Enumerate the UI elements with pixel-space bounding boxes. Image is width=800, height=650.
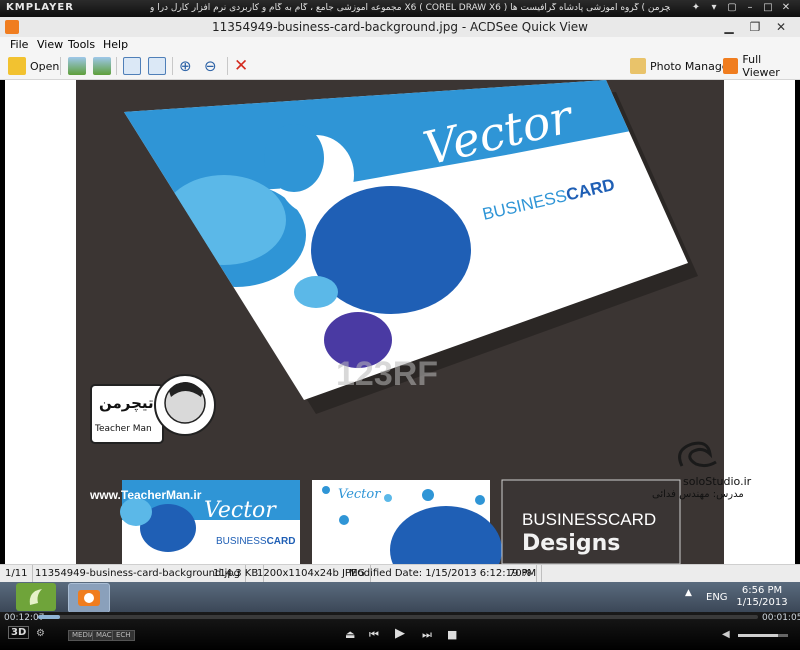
thumb-business-word: BUSINESS (216, 536, 267, 547)
language-indicator[interactable]: ENG (706, 592, 728, 603)
kmplayer-logo[interactable]: KMPLAYER (6, 2, 74, 13)
delete-button[interactable]: ✕ (234, 56, 248, 76)
taskbar-clock[interactable]: 6:56 PM 1/15/2013 (734, 585, 790, 609)
kmplayer-titlebar: KMPLAYER مجموعه آموزشی جامع ، گام به گام… (0, 0, 800, 17)
teacherman-logo: تیچرمن Teacher Man (85, 363, 217, 455)
folder-open-icon (8, 57, 26, 75)
next-icon[interactable]: ⏭ (422, 628, 432, 642)
teacherman-name: Teacher Man (94, 424, 152, 434)
menu-bar: File View Tools Help (0, 37, 800, 53)
open-button[interactable]: Open (8, 56, 59, 76)
rotate-left-button[interactable] (123, 56, 141, 76)
volume-slider-fill (738, 634, 778, 637)
taskbar (0, 582, 800, 612)
coreldraw-taskbar-button[interactable] (16, 583, 56, 611)
play-icon[interactable]: ▶ (395, 626, 405, 641)
photo-manager-icon (630, 58, 646, 74)
teacherman-badge-text: تیچرمن (99, 394, 154, 413)
thumb-vector-text: Vector (204, 498, 277, 523)
acdsee-titlebar: 11354949-business-card-background.jpg - … (0, 17, 800, 38)
teacherman-url: www.TeacherMan.ir (90, 488, 202, 502)
minimize-button[interactable]: ▁ (716, 18, 742, 36)
restore-button[interactable]: ❐ (742, 18, 768, 36)
status-zoom: 70% (504, 565, 538, 583)
status-bar: 1/11 11354949-business-card-background.j… (0, 564, 800, 583)
zoom-out-button[interactable]: ⊖ (204, 56, 217, 76)
kmp-close-icon[interactable]: ✕ (780, 2, 792, 14)
total-time: 00:01:05 (762, 613, 800, 623)
clock-time: 6:56 PM (741, 585, 783, 596)
status-index: 1/11 (0, 565, 34, 583)
rotate-left-icon (123, 57, 141, 75)
rotate-right-button[interactable] (148, 56, 166, 76)
close-button[interactable]: ✕ (768, 18, 794, 36)
window-title: 11354949-business-card-background.jpg - … (211, 20, 588, 34)
card-circle (162, 175, 286, 265)
zoom-in-icon: ⊕ (179, 57, 192, 75)
seek-bar[interactable] (38, 615, 758, 619)
solostudio-url: soloStudio.ir (683, 475, 752, 488)
clock-date: 1/15/2013 (736, 597, 788, 608)
volume-icon[interactable]: ◀ (722, 629, 730, 640)
stop-icon[interactable]: ■ (447, 628, 457, 641)
menu-view[interactable]: View (37, 38, 63, 51)
solostudio-logo (672, 436, 720, 476)
photo-manager-label: Photo Manager (650, 59, 734, 73)
settings-icon[interactable]: ⚙ (36, 628, 45, 639)
seek-bar-fill (38, 615, 60, 619)
photo-manager-button[interactable]: Photo Manager (630, 56, 733, 76)
ech-pill[interactable]: ECH (112, 630, 135, 641)
toolbar-separator (227, 57, 228, 75)
toolbar-separator (60, 57, 61, 75)
previous-image-button[interactable] (68, 56, 86, 76)
thumbnail-2: Vector (312, 480, 502, 564)
thumb-card-word: CARD (267, 536, 296, 547)
solostudio-credit: مدرس: مهندس فدائی (652, 489, 744, 500)
rotate-right-icon (148, 57, 166, 75)
menu-file[interactable]: File (10, 38, 28, 51)
toolbar-separator (116, 57, 117, 75)
previous-image-icon (68, 57, 86, 75)
kmp-menu-icon[interactable]: ▾ (708, 2, 720, 14)
kmplayer-title: مجموعه آموزشی جامع ، گام به گام و کاربرد… (150, 3, 670, 13)
full-viewer-button[interactable]: Full Viewer (723, 53, 800, 79)
full-viewer-icon (723, 58, 739, 74)
camera-icon (78, 590, 100, 606)
tray-expand-icon[interactable]: ▲ (685, 588, 692, 598)
watermark-text: 123RF (336, 355, 438, 393)
solostudio-emblem (678, 441, 717, 468)
kmp-mini-icon[interactable]: ▢ (726, 2, 738, 14)
menu-help[interactable]: Help (103, 38, 128, 51)
kmp-maximize-icon[interactable]: □ (762, 2, 774, 14)
3d-button[interactable]: 3D (8, 626, 30, 639)
teacherman-badge: تیچرمن Teacher Man (90, 374, 216, 444)
coreldraw-icon (29, 589, 42, 605)
menu-tools[interactable]: Tools (68, 38, 95, 51)
thumb3-designs-text: Designs (522, 531, 620, 556)
open-label: Open (30, 59, 60, 73)
pin-icon[interactable]: ✦ (690, 2, 702, 14)
toolbar: Open ⊕ ⊖ ✕ Photo Manager Full Viewer (0, 53, 800, 80)
zoom-out-icon: ⊖ (204, 57, 217, 75)
card-circle (294, 276, 338, 308)
card-circle (264, 124, 324, 192)
thumb3-businesscard-text: BUSINESSCARD (522, 510, 656, 529)
previous-icon[interactable]: ⏮ (369, 628, 379, 642)
next-image-icon (93, 57, 111, 75)
toolbar-separator (172, 57, 173, 75)
thumb2-vector-text: Vector (338, 487, 381, 502)
next-image-button[interactable] (93, 56, 111, 76)
kmp-minimize-icon[interactable]: – (744, 2, 756, 14)
delete-icon: ✕ (234, 56, 249, 76)
thumb-business-text: BUSINESSCARD (216, 536, 295, 547)
full-viewer-label: Full Viewer (742, 53, 780, 79)
acdsee-taskbar-button[interactable] (68, 583, 110, 613)
eject-icon[interactable]: ⏏ (345, 628, 355, 641)
zoom-in-button[interactable]: ⊕ (179, 56, 192, 76)
